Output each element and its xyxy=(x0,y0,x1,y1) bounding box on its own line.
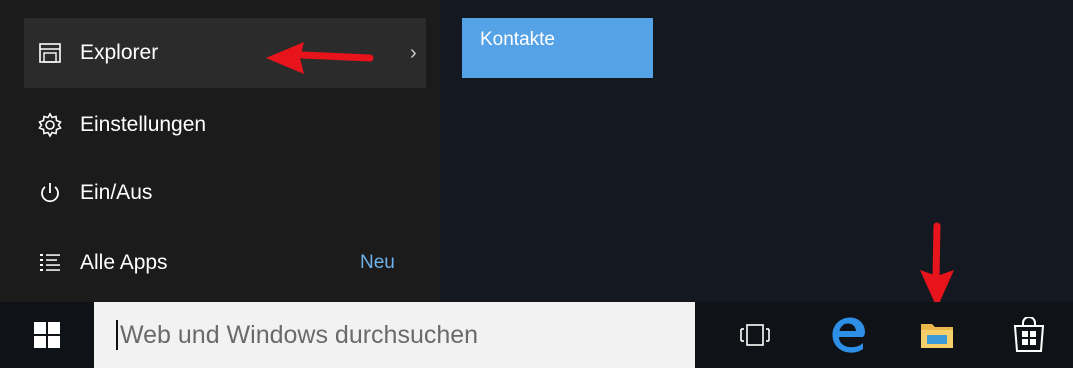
file-explorer-icon xyxy=(921,324,953,348)
file-explorer-icon xyxy=(32,35,68,71)
start-button[interactable] xyxy=(0,302,94,368)
task-view-button[interactable] xyxy=(722,302,788,368)
chevron-right-icon[interactable]: › xyxy=(410,18,417,88)
start-menu: Explorer › Einstellungen Ein/Aus Alle Ap… xyxy=(0,0,1073,308)
windows-start-icon xyxy=(34,322,60,348)
tile-label: Kontakte xyxy=(480,29,555,50)
menu-item-settings[interactable]: Einstellungen xyxy=(24,90,426,160)
store-icon xyxy=(1013,317,1045,352)
task-view-icon xyxy=(740,324,770,346)
menu-item-power[interactable]: Ein/Aus xyxy=(24,158,426,228)
menu-item-all-apps[interactable]: Alle Apps Neu xyxy=(24,228,426,298)
search-placeholder: Web und Windows durchsuchen xyxy=(120,320,479,349)
menu-item-label: Explorer xyxy=(80,41,159,64)
start-menu-left-pane: Explorer › Einstellungen Ein/Aus Alle Ap… xyxy=(0,0,440,302)
power-icon xyxy=(32,175,68,211)
tile-contacts[interactable]: Kontakte xyxy=(462,18,653,78)
gear-icon xyxy=(32,107,68,143)
menu-item-label: Ein/Aus xyxy=(80,181,153,204)
red-arrow-left-annotation xyxy=(266,42,374,74)
all-apps-list-icon xyxy=(32,245,68,281)
search-input[interactable]: Web und Windows durchsuchen xyxy=(94,302,695,368)
new-badge: Neu xyxy=(360,252,395,273)
file-explorer-button[interactable] xyxy=(904,302,970,368)
edge-button[interactable] xyxy=(816,302,882,368)
text-caret xyxy=(116,320,118,350)
store-button[interactable] xyxy=(996,302,1062,368)
menu-item-label: Alle Apps xyxy=(80,251,168,274)
menu-item-label: Einstellungen xyxy=(80,113,207,136)
edge-icon xyxy=(832,317,865,353)
red-arrow-down-annotation xyxy=(920,222,954,308)
taskbar: Web und Windows durchsuchen xyxy=(0,302,1073,368)
